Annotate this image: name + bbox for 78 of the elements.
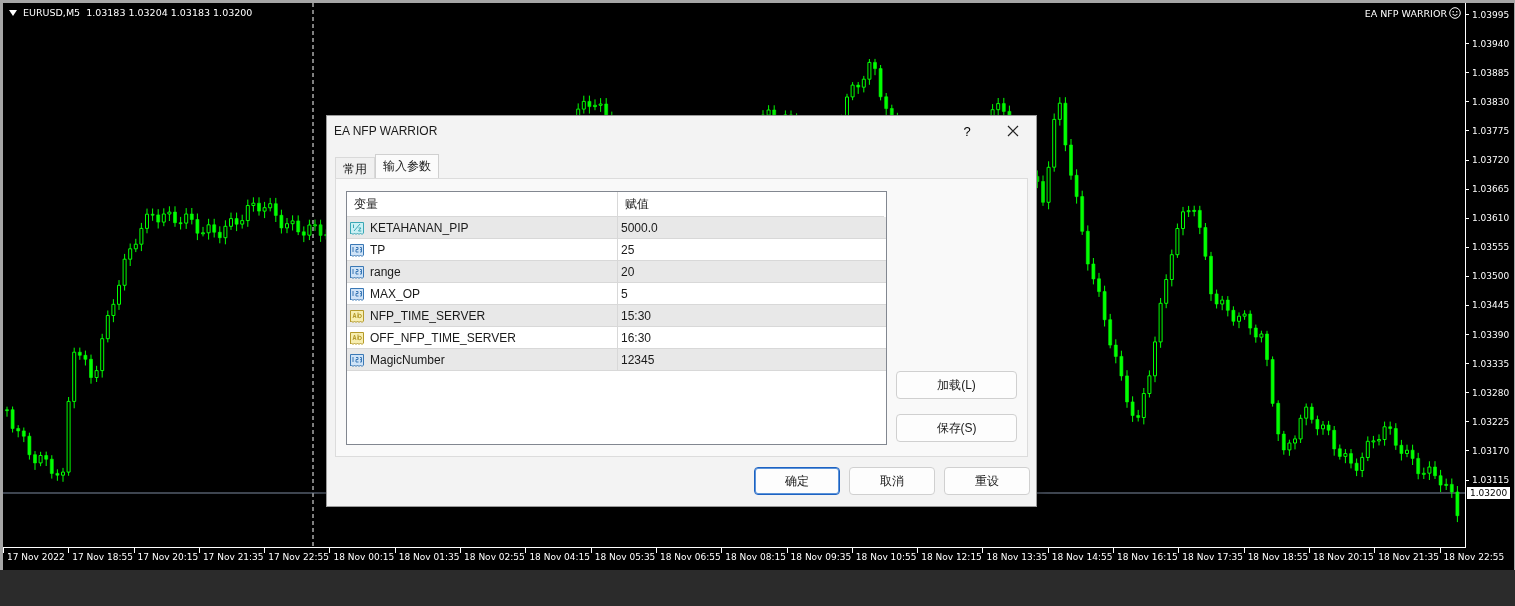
column-header[interactable]: 赋值 (617, 192, 884, 216)
time-label: 18 Nov 20:15 (1311, 551, 1375, 562)
tab[interactable]: 输入参数 (375, 154, 439, 178)
parameter-value[interactable]: 20 (617, 261, 886, 282)
parameter-value[interactable]: 5 (617, 283, 886, 304)
price-label: 1.03885 (1472, 67, 1510, 78)
price-label: 1.03995 (1472, 9, 1510, 20)
parameter-value[interactable]: 16:30 (617, 327, 886, 348)
price-label: 1.03225 (1472, 416, 1510, 427)
close-icon (1007, 125, 1019, 137)
time-label: 18 Nov 01:35 (397, 551, 461, 562)
price-label: 1.03170 (1472, 445, 1510, 456)
parameter-name: NFP_TIME_SERVER (370, 308, 486, 323)
value-type-icon (349, 351, 365, 368)
expert-name: EA NFP WARRIOR (1364, 7, 1447, 19)
time-label: 18 Nov 05:35 (593, 551, 656, 562)
parameter-name: KETAHANAN_PIP (370, 220, 469, 235)
parameter-value[interactable]: 12345 (617, 349, 886, 370)
time-label: 17 Nov 22:55 (267, 551, 330, 562)
price-label: 1.03445 (1472, 300, 1510, 311)
symbol-info: EURUSD,M5 1.03183 1.03204 1.03183 1.03200 (23, 7, 253, 18)
dialog-button[interactable]: 取消 (849, 467, 935, 495)
time-label: 18 Nov 14:55 (1050, 551, 1114, 562)
time-label: 18 Nov 04:15 (528, 551, 591, 562)
price-label: 1.03555 (1472, 242, 1510, 253)
time-label: 17 Nov 21:35 (201, 551, 265, 562)
parameter-name: TP (370, 242, 386, 257)
parameter-name: OFF_NFP_TIME_SERVER (370, 330, 516, 345)
side-button[interactable]: 保存(S) (896, 414, 1017, 442)
time-label: 18 Nov 22:55 (1442, 551, 1505, 562)
parameter-name: MAX_OP (370, 286, 420, 301)
time-label: 18 Nov 08:15 (724, 551, 787, 562)
time-label: 18 Nov 00:15 (332, 551, 395, 562)
value-type-icon (349, 263, 365, 280)
time-label: 18 Nov 18:55 (1246, 551, 1309, 562)
value-type-icon (349, 241, 365, 258)
time-label: 18 Nov 02:55 (463, 551, 526, 562)
time-label: 18 Nov 13:35 (985, 551, 1048, 562)
value-type-icon (349, 329, 365, 346)
dialog-button[interactable]: 重设 (944, 467, 1030, 495)
time-label: 18 Nov 12:15 (920, 551, 983, 562)
dropdown-icon[interactable] (9, 9, 17, 16)
parameter-name: range (370, 264, 401, 279)
price-label: 1.03390 (1472, 329, 1510, 340)
parameter-value[interactable]: 25 (617, 239, 886, 260)
price-label: 1.03610 (1472, 213, 1510, 224)
price-label: 1.03115 (1472, 475, 1510, 486)
time-label: 17 Nov 2022 (6, 551, 66, 562)
tab[interactable]: 常用 (335, 157, 375, 178)
price-label: 1.03665 (1472, 184, 1510, 195)
price-label: 1.03500 (1472, 271, 1510, 282)
parameter-value[interactable]: 5000.0 (617, 217, 886, 238)
value-type-icon (349, 219, 365, 236)
parameter-name: MagicNumber (370, 352, 445, 367)
side-button[interactable]: 加载(L) (896, 371, 1017, 399)
price-label: 1.03940 (1472, 38, 1510, 49)
value-type-icon (349, 307, 365, 324)
time-label: 18 Nov 09:35 (789, 551, 852, 562)
time-label: 18 Nov 17:35 (1181, 551, 1244, 562)
dialog-button[interactable]: 确定 (754, 467, 840, 495)
time-label: 18 Nov 10:55 (854, 551, 918, 562)
price-label: 1.03335 (1472, 358, 1510, 369)
window-title: EA NFP WARRIOR (334, 124, 439, 138)
time-label: 18 Nov 21:35 (1377, 551, 1440, 562)
price-label: 1.03280 (1472, 387, 1510, 398)
column-header[interactable]: 变量 (347, 192, 617, 216)
price-label: 1.03720 (1472, 155, 1510, 165)
time-label: 17 Nov 18:55 (71, 551, 134, 562)
value-type-icon (349, 285, 365, 302)
smiley-icon (1449, 7, 1461, 19)
time-label: 18 Nov 06:55 (658, 551, 722, 562)
time-label: 17 Nov 20:15 (136, 551, 199, 562)
price-label: 1.03775 (1472, 125, 1510, 136)
current-price-label: 1.03200 (1467, 487, 1511, 499)
help-button[interactable]: ? (944, 116, 990, 146)
time-label: 18 Nov 16:15 (1116, 551, 1179, 562)
price-label: 1.03830 (1472, 96, 1510, 107)
parameter-value[interactable]: 15:30 (617, 305, 886, 326)
